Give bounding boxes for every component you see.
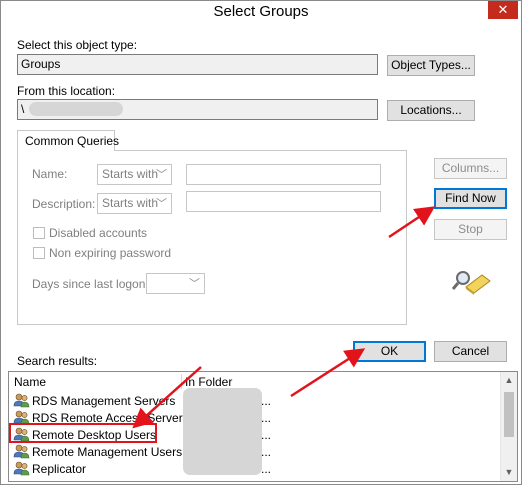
close-button[interactable]: ✕ bbox=[488, 1, 518, 19]
group-name: RDS Management Servers bbox=[32, 394, 176, 408]
name-mode-value: Starts with bbox=[102, 167, 159, 181]
window-title: Select Groups bbox=[213, 3, 309, 20]
group-name: Remote Management Users bbox=[32, 445, 183, 459]
object-types-button[interactable]: Object Types... bbox=[387, 55, 475, 76]
group-icon bbox=[13, 393, 30, 408]
group-icon bbox=[13, 444, 30, 459]
search-directory-icon bbox=[452, 271, 491, 295]
group-folder: ... bbox=[261, 445, 272, 459]
group-folder: ... bbox=[261, 462, 272, 476]
group-folder: ... bbox=[261, 394, 272, 408]
group-icon bbox=[13, 461, 30, 476]
select-groups-dialog: Select Groups ✕ Select this object type:… bbox=[0, 0, 522, 485]
chevron-down-icon: ﹀ bbox=[156, 198, 167, 210]
group-folder: ... bbox=[261, 411, 272, 425]
description-input[interactable] bbox=[186, 191, 381, 212]
description-mode-value: Starts with bbox=[102, 196, 159, 210]
title-bar: Select Groups ✕ bbox=[1, 1, 521, 26]
stop-button[interactable]: Stop bbox=[434, 219, 507, 240]
chevron-down-icon: ﹀ bbox=[189, 278, 200, 290]
name-mode-select[interactable]: Starts with ﹀ bbox=[97, 164, 172, 185]
non-expiring-password-checkbox[interactable] bbox=[33, 247, 45, 259]
redacted-location bbox=[29, 102, 123, 116]
chevron-down-icon: ﹀ bbox=[156, 169, 167, 181]
redacted-folder-paths bbox=[183, 388, 262, 475]
locations-button[interactable]: Locations... bbox=[387, 100, 475, 121]
description-label: Description: bbox=[32, 197, 96, 211]
non-expiring-password-label: Non expiring password bbox=[49, 246, 172, 260]
disabled-accounts-checkbox[interactable] bbox=[33, 227, 45, 239]
tab-common-queries[interactable]: Common Queries bbox=[17, 130, 119, 151]
highlight-box bbox=[9, 423, 157, 443]
location-label: From this location: bbox=[17, 84, 116, 98]
description-mode-select[interactable]: Starts with ﹀ bbox=[97, 193, 172, 214]
column-divider[interactable] bbox=[181, 374, 182, 389]
scroll-down-button[interactable]: ▼ bbox=[501, 464, 517, 481]
column-header-name[interactable]: Name bbox=[14, 375, 46, 389]
object-type-field: Groups bbox=[17, 54, 378, 75]
columns-button[interactable]: Columns... bbox=[434, 158, 507, 179]
days-since-logon-select[interactable]: ﹀ bbox=[146, 273, 205, 294]
disabled-accounts-label: Disabled accounts bbox=[49, 226, 148, 240]
name-input[interactable] bbox=[186, 164, 381, 185]
group-name: Replicator bbox=[32, 462, 87, 476]
results-scrollbar[interactable]: ▲ ▼ bbox=[500, 372, 517, 481]
object-type-label: Select this object type: bbox=[17, 38, 138, 52]
scroll-up-button[interactable]: ▲ bbox=[501, 372, 517, 389]
ok-button[interactable]: OK bbox=[353, 341, 426, 362]
location-value: \ bbox=[21, 102, 25, 116]
search-results-label: Search results: bbox=[17, 354, 98, 368]
days-since-logon-label: Days since last logon: bbox=[32, 277, 149, 291]
column-header-in-folder[interactable]: In Folder bbox=[185, 375, 232, 389]
scroll-thumb[interactable] bbox=[504, 392, 514, 437]
group-folder: ... bbox=[261, 428, 272, 442]
name-label: Name: bbox=[32, 167, 68, 181]
cancel-button[interactable]: Cancel bbox=[434, 341, 507, 362]
find-now-button[interactable]: Find Now bbox=[434, 188, 507, 209]
